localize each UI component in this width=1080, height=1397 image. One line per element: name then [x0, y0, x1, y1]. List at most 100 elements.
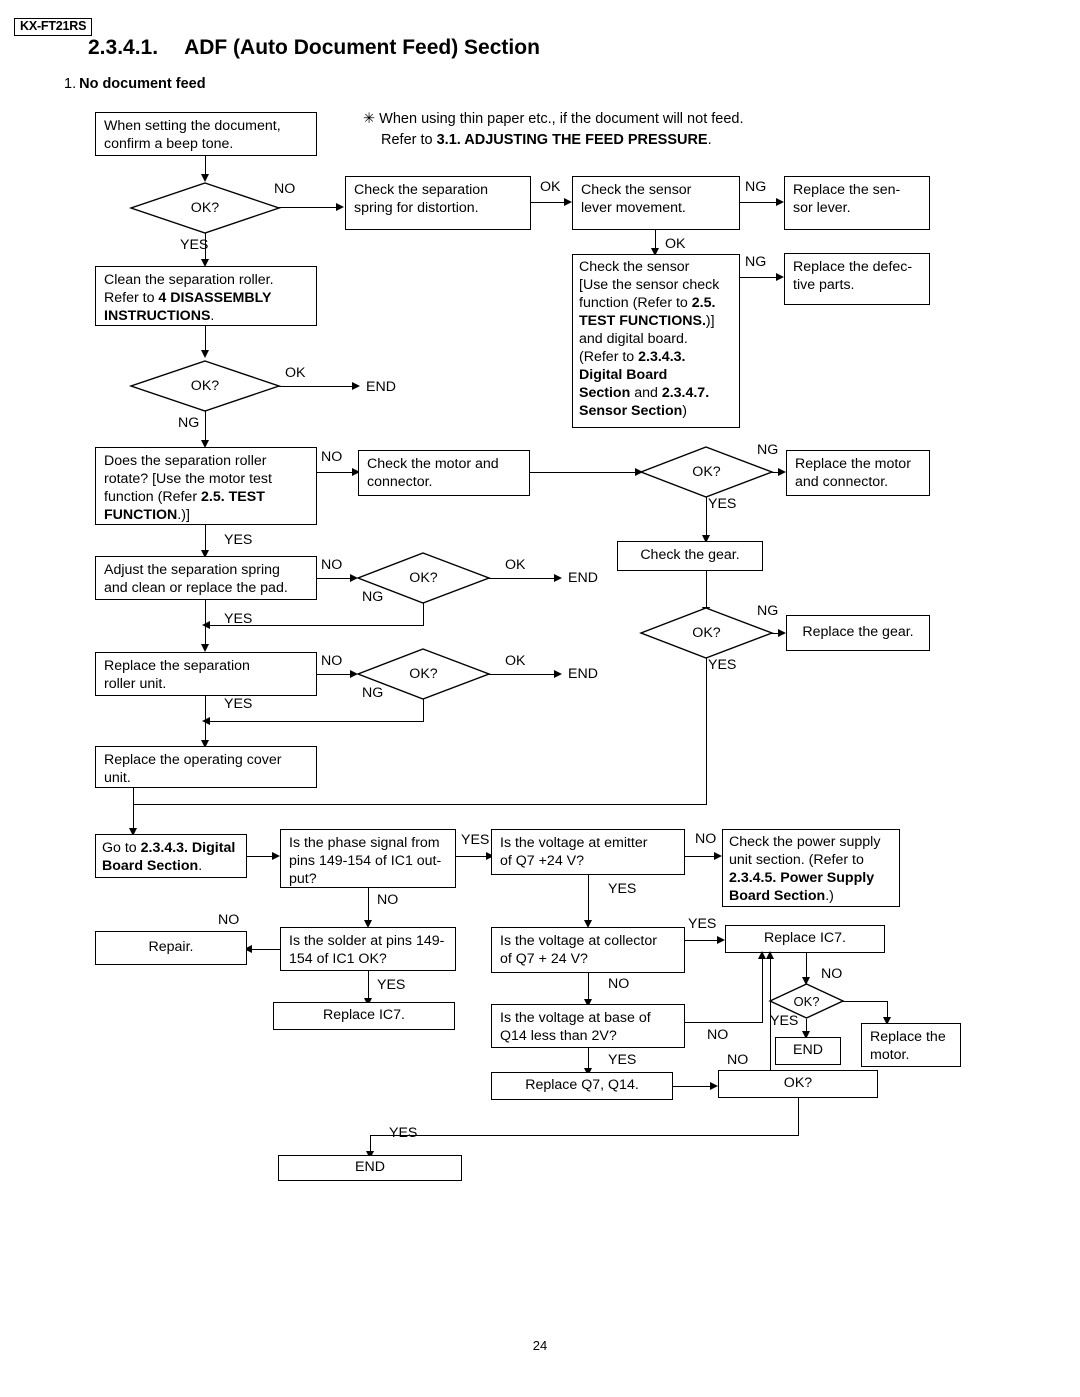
arrow-adjust-yes-down: [200, 644, 209, 652]
line-lever-ng: [740, 202, 778, 203]
box-check-motor-connector: Check the motor and connector.: [358, 450, 530, 496]
check-sensor-l3a: function (Refer to: [579, 294, 692, 311]
line-adjustok-ok: [489, 578, 556, 579]
roller-rotate-l4a: FUNCTION: [104, 506, 178, 523]
line-okrect-yes-down: [798, 1098, 799, 1136]
arrow-adjustng-left: [202, 621, 210, 629]
roller-rotate-l3b: 2.5. TEST: [201, 488, 265, 505]
check-psu-l2: unit section. (Refer to: [729, 851, 864, 868]
arrow-d2-ok: [352, 382, 360, 390]
edge-label-yes-solder: YES: [377, 977, 406, 993]
line-emitter-yes: [588, 875, 589, 922]
edge-label-yes-d7: YES: [770, 1013, 799, 1029]
check-sensor-l9b: ): [682, 402, 688, 419]
note-line-1: ✳ When using thin paper etc., if the doc…: [363, 111, 744, 127]
subsection-index: 1.: [64, 76, 77, 92]
clean-roller-line2a: Refer to: [104, 289, 159, 306]
goto-digital-l2b: .: [198, 857, 203, 874]
arrow-rollerunitok-ok: [554, 670, 562, 678]
arrow-rollerunitng-left: [202, 717, 210, 725]
line-spring-ok: [531, 202, 566, 203]
edge-label-no-3: NO: [321, 557, 343, 573]
arrow-adjustok-ok: [554, 574, 562, 582]
line-rollerunitng-down: [423, 699, 424, 722]
line-adjust-no: [317, 578, 352, 579]
line-ic7r-to-d7: [806, 953, 807, 979]
box-check-separation-spring: Check the separation spring for distorti…: [345, 176, 531, 230]
line-gearyes-down: [706, 658, 707, 805]
line-sensor-ng: [740, 277, 778, 278]
line-clean-to-d2: [205, 326, 206, 352]
page-title: 2.3.4.1. ADF (Auto Document Feed) Section: [88, 36, 540, 60]
edge-label-no-collector: NO: [608, 976, 630, 992]
note-line-2: Refer to 3.1. ADJUSTING THE FEED PRESSUR…: [381, 131, 712, 150]
arrow-motorng: [778, 468, 786, 476]
roller-rotate-l3a: function (Refer: [104, 488, 201, 505]
check-sensor-l8c: 2.3.4.7.: [661, 384, 710, 401]
arrow-d1-no: [336, 203, 344, 211]
line-adjust-yes-down: [205, 600, 206, 646]
box-repair: Repair.: [95, 931, 247, 965]
box-start: When setting the document, confirm a bee…: [95, 112, 317, 156]
subsection-title: 1. No document feed: [64, 76, 206, 92]
box-end-final: END: [278, 1155, 462, 1181]
check-psu-l4b: .): [825, 887, 834, 904]
terminal-end-1: END: [366, 379, 396, 395]
line-base-no-right: [685, 1022, 762, 1023]
line-motoryes-down: [706, 497, 707, 537]
edge-label-yes-final: YES: [389, 1125, 418, 1141]
subsection-title-text: No document feed: [79, 76, 206, 92]
box-replace-ic7-left: Replace IC7.: [273, 1002, 455, 1030]
edge-label-ok-lever: OK: [665, 236, 686, 252]
line-gearyes-down2: [133, 804, 134, 830]
arrow-lever-ng: [776, 198, 784, 206]
arrow-spring-ok: [564, 198, 572, 206]
note-refer-bold: 3.1. ADJUSTING THE FEED PRESSURE: [436, 132, 708, 148]
box-replace-roller-unit: Replace the separation roller unit.: [95, 652, 317, 696]
decision-clean-ok-label: OK?: [190, 378, 220, 394]
edge-label-ng-2: NG: [362, 589, 384, 605]
box-ok-rect: OK?: [718, 1070, 878, 1098]
edge-label-no-solder: NO: [218, 912, 240, 928]
clean-roller-line1: Clean the separation roller.: [104, 272, 274, 288]
goto-digital-l2a: Board Section: [102, 857, 199, 874]
decision-beep-ok-label: OK?: [190, 200, 220, 216]
line-d7-no-right: [843, 1001, 887, 1002]
edge-label-yes-base: YES: [608, 1052, 637, 1068]
edge-label-yes-gear: YES: [708, 657, 737, 673]
line-solder-yes: [368, 971, 369, 1000]
note-refer-suffix: .: [707, 132, 712, 148]
line-checkmotor-to-d5: [530, 472, 637, 473]
arrow-okrect-no-up: [765, 951, 774, 959]
check-sensor-l8a: Section: [579, 384, 631, 401]
box-voltage-collector: Is the voltage at collector of Q7 + 24 V…: [491, 927, 685, 973]
arrow-start-to-d1: [200, 174, 209, 182]
edge-label-yes-2: YES: [224, 532, 253, 548]
box-voltage-base: Is the voltage at base of Q14 less than …: [491, 1004, 685, 1048]
line-gearyes-left: [133, 804, 707, 805]
edge-label-ng-1: NG: [178, 415, 200, 431]
edge-label-yes-3: YES: [224, 611, 253, 627]
roller-rotate-l1: Does the separation roller: [104, 453, 267, 469]
edge-label-ng-gear: NG: [757, 603, 779, 619]
box-check-gear: Check the gear.: [617, 541, 763, 571]
decision-motor-ok-label: OK?: [692, 464, 721, 480]
clean-roller-line3b: .: [210, 307, 215, 324]
arrow-sensor-ng: [776, 273, 784, 281]
edge-label-ng-3: NG: [362, 685, 384, 701]
arrow-emitter-no: [714, 852, 722, 860]
edge-label-no-okrect: NO: [727, 1052, 749, 1068]
box-check-power-supply: Check the power supply unit section. (Re…: [722, 829, 900, 907]
box-replace-ic7-right: Replace IC7.: [725, 925, 885, 953]
box-voltage-emitter: Is the voltage at emitter of Q7 +24 V?: [491, 829, 685, 875]
edge-label-no-base: NO: [707, 1027, 729, 1043]
box-adjust-spring: Adjust the separation spring and clean o…: [95, 556, 317, 600]
check-psu-l1: Check the power supply: [729, 834, 881, 850]
line-rollerrotate-no: [317, 472, 354, 473]
line-collector-no: [588, 973, 589, 1001]
box-replace-sensor-lever: Replace the sen- sor lever.: [784, 176, 930, 230]
arrow-q7q14-to-okrect: [710, 1082, 718, 1090]
edge-label-ng-motor: NG: [757, 442, 779, 458]
line-d2-ok: [279, 386, 354, 387]
edge-label-yes-4: YES: [224, 696, 253, 712]
